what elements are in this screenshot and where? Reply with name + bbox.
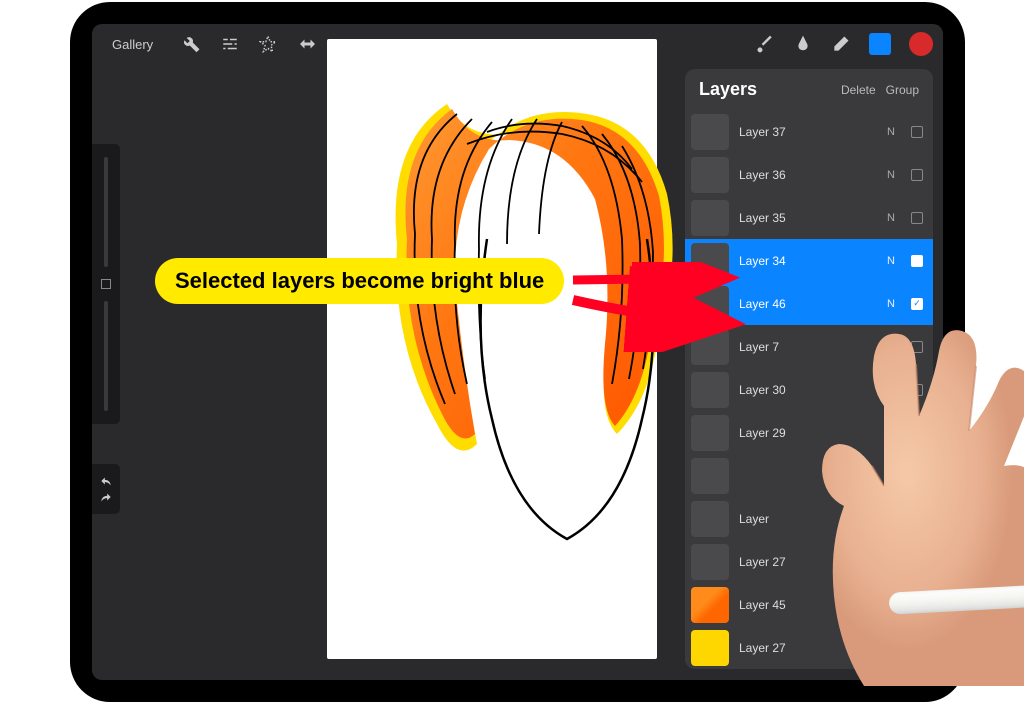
layer-blend-mode[interactable]: N (887, 126, 895, 138)
layer-blend-mode[interactable]: N (887, 212, 895, 224)
delete-button[interactable]: Delete (841, 83, 876, 97)
layers-title: Layers (699, 79, 831, 100)
layer-thumbnail[interactable] (691, 415, 729, 451)
adjustments-icon[interactable] (221, 35, 239, 53)
layer-row[interactable]: Layer 36 N (685, 153, 933, 196)
color-picker-button[interactable] (909, 32, 933, 56)
layer-name-label: Layer 34 (739, 254, 877, 268)
brush-size-slider[interactable] (104, 157, 108, 267)
layer-name-label: Layer 37 (739, 125, 877, 139)
gallery-button[interactable]: Gallery (102, 33, 163, 56)
layer-row[interactable]: Layer 35 N (685, 196, 933, 239)
annotation-arrows (568, 262, 758, 352)
layer-blend-mode[interactable]: N (887, 169, 895, 181)
brush-icon[interactable] (755, 34, 775, 54)
layer-visibility-checkbox[interactable] (911, 255, 923, 267)
layer-blend-mode[interactable]: N (887, 255, 895, 267)
group-button[interactable]: Group (886, 83, 919, 97)
side-undo-redo (92, 464, 120, 514)
layer-row[interactable]: Layer 37 N (685, 110, 933, 153)
layer-thumbnail[interactable] (691, 630, 729, 666)
layer-name-label: Layer 36 (739, 168, 877, 182)
layer-thumbnail[interactable] (691, 372, 729, 408)
layers-icon[interactable] (869, 33, 891, 55)
user-hand (784, 286, 1024, 686)
layer-visibility-checkbox[interactable] (911, 126, 923, 138)
layers-header: Layers Delete Group (685, 69, 933, 110)
opacity-slider[interactable] (104, 301, 108, 411)
redo-icon[interactable] (99, 492, 113, 502)
layer-visibility-checkbox[interactable] (911, 169, 923, 181)
eraser-icon[interactable] (831, 34, 851, 54)
layer-thumbnail[interactable] (691, 587, 729, 623)
annotation-callout: Selected layers become bright blue (155, 258, 564, 304)
layer-thumbnail[interactable] (691, 501, 729, 537)
layer-name-label: Layer 35 (739, 211, 877, 225)
layer-thumbnail[interactable] (691, 200, 729, 236)
layer-thumbnail[interactable] (691, 458, 729, 494)
smudge-icon[interactable] (793, 34, 813, 54)
undo-icon[interactable] (99, 476, 113, 486)
layer-thumbnail[interactable] (691, 114, 729, 150)
transform-icon[interactable] (297, 35, 315, 53)
layer-thumbnail[interactable] (691, 157, 729, 193)
modify-button[interactable] (101, 279, 111, 289)
left-tool-group (183, 35, 315, 53)
right-tool-group (755, 32, 933, 56)
top-toolbar: Gallery (92, 24, 943, 64)
side-toolbar (92, 144, 120, 424)
layer-thumbnail[interactable] (691, 544, 729, 580)
selection-icon[interactable] (259, 35, 277, 53)
layer-visibility-checkbox[interactable] (911, 212, 923, 224)
wrench-icon[interactable] (183, 35, 201, 53)
